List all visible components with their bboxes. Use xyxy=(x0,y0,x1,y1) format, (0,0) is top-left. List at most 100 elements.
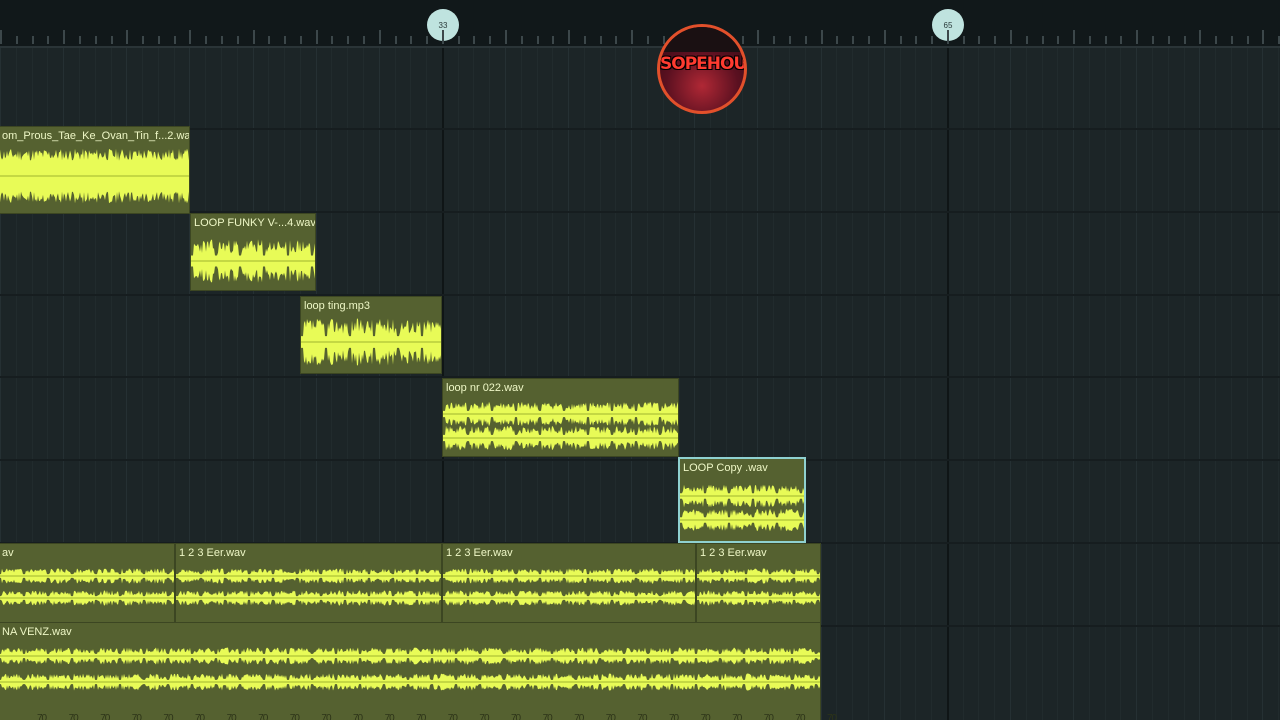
beat-number: 70 xyxy=(795,713,805,720)
track-separator xyxy=(0,459,1280,461)
beat-number: 70 xyxy=(416,713,426,720)
audio-clip[interactable]: om_Prous_Tae_Ke_Ovan_Tin_f...2.wav xyxy=(0,126,190,214)
ruler-tick xyxy=(31,36,34,44)
grid-line xyxy=(1183,48,1185,720)
grid-line xyxy=(1215,48,1217,720)
ruler-tick xyxy=(757,30,760,44)
playlist-area[interactable]: om_Prous_Tae_Ke_Ovan_Tin_f...2.wav LOOP … xyxy=(0,48,1280,720)
ruler-tick xyxy=(489,36,492,44)
clip-label: 1 2 3 Eer.wav xyxy=(446,547,513,559)
ruler-tick xyxy=(142,36,144,44)
ruler-tick xyxy=(362,36,365,44)
ruler-tick xyxy=(173,36,176,44)
ruler-tick xyxy=(284,36,286,44)
ruler-tick xyxy=(157,36,160,44)
ruler-tick xyxy=(410,36,413,44)
ruler-tick xyxy=(457,36,460,44)
waveform xyxy=(191,239,315,283)
waveform xyxy=(0,647,820,665)
audio-clip[interactable]: 1 2 3 Eer.wav xyxy=(175,543,442,623)
ruler-tick xyxy=(63,30,66,44)
grid-line xyxy=(1088,48,1090,720)
grid-line xyxy=(978,48,980,720)
grid-line xyxy=(1262,48,1264,720)
clip-label: 1 2 3 Eer.wav xyxy=(700,547,767,559)
audio-clip[interactable]: LOOP FUNKY V-...4.wav xyxy=(190,213,316,291)
beat-number: 70 xyxy=(258,713,268,720)
audio-clip[interactable]: 1 2 3 Eer.wav xyxy=(442,543,696,623)
ruler-tick xyxy=(615,36,618,44)
beat-number: 70 xyxy=(763,713,774,720)
beat-number: 70 xyxy=(384,713,395,720)
beat-number: 70 xyxy=(605,713,616,720)
ruler-tick xyxy=(1057,36,1060,44)
audio-clip-selected[interactable]: LOOP Copy .wav xyxy=(678,457,806,543)
audio-clip[interactable]: av xyxy=(0,543,175,623)
grid-line xyxy=(931,48,932,720)
ruler-tick xyxy=(536,36,539,44)
grid-line xyxy=(915,48,917,720)
clip-label: NA VENZ.wav xyxy=(2,626,72,638)
beat-number: 70 xyxy=(195,713,205,720)
clip-label: LOOP FUNKY V-...4.wav xyxy=(194,217,316,229)
grid-line xyxy=(1167,48,1169,720)
waveform xyxy=(680,508,804,532)
ruler-tick xyxy=(1041,36,1044,44)
ruler-tick xyxy=(647,36,649,44)
ruler-tick xyxy=(268,36,271,44)
ruler-tick xyxy=(347,36,350,44)
audio-clip[interactable]: 1 2 3 Eer.wav xyxy=(696,543,821,623)
ruler-tick xyxy=(236,36,239,44)
ruler-tick xyxy=(1088,36,1091,44)
grid-line xyxy=(1073,48,1074,720)
waveform xyxy=(176,590,441,606)
ruler-tick xyxy=(773,36,776,44)
ruler-tick xyxy=(931,36,933,44)
waveform xyxy=(443,590,695,606)
beat-number: 70 xyxy=(131,713,142,720)
ruler-tick xyxy=(1073,30,1075,44)
beat-number: 70 xyxy=(542,713,553,720)
beat-number: 70 xyxy=(511,713,521,720)
ruler-tick xyxy=(631,30,634,44)
grid-line xyxy=(1136,48,1138,720)
beat-number: 70 xyxy=(700,713,711,720)
grid-line xyxy=(1041,48,1043,720)
grid-line xyxy=(1151,48,1153,720)
waveform xyxy=(443,401,678,427)
ruler-tick xyxy=(1120,36,1123,44)
ruler-tick xyxy=(867,36,870,44)
grid-line xyxy=(899,48,901,720)
ruler-tick xyxy=(820,30,823,44)
clip-label: loop ting.mp3 xyxy=(304,300,371,312)
ruler-tick xyxy=(883,30,886,44)
beat-number: 70 xyxy=(226,713,237,720)
beat-number: 70 xyxy=(827,713,837,720)
ruler-tick xyxy=(852,36,855,44)
grid-line xyxy=(1246,48,1248,720)
grid-line xyxy=(1120,48,1122,720)
ruler-tick xyxy=(599,36,602,44)
audio-clip[interactable]: loop ting.mp3 xyxy=(300,296,442,374)
clip-label: om_Prous_Tae_Ke_Ovan_Tin_f...2.wav xyxy=(2,130,190,142)
audio-clip[interactable]: loop nr 022.wav xyxy=(442,378,679,457)
beat-number: 70 xyxy=(447,713,458,720)
timeline-ruler[interactable]: 33 65 xyxy=(0,0,1280,48)
waveform xyxy=(0,148,189,204)
waveform xyxy=(443,568,695,584)
waveform xyxy=(301,318,441,366)
ruler-tick xyxy=(1104,36,1107,44)
ruler-tick xyxy=(1199,30,1202,44)
ruler-tick xyxy=(47,36,50,44)
grid-line xyxy=(1057,48,1059,720)
ruler-tick xyxy=(220,36,223,44)
ruler-tick xyxy=(331,36,334,44)
ruler-tick xyxy=(394,36,397,44)
ruler-tick xyxy=(441,30,444,44)
audio-clip[interactable]: NA VENZ.wav xyxy=(0,622,821,720)
clip-label: loop nr 022.wav xyxy=(446,382,524,394)
ruler-tick xyxy=(552,36,555,44)
ruler-tick xyxy=(1025,36,1028,44)
beat-number: 70 xyxy=(669,713,679,720)
grid-line xyxy=(1230,48,1232,720)
